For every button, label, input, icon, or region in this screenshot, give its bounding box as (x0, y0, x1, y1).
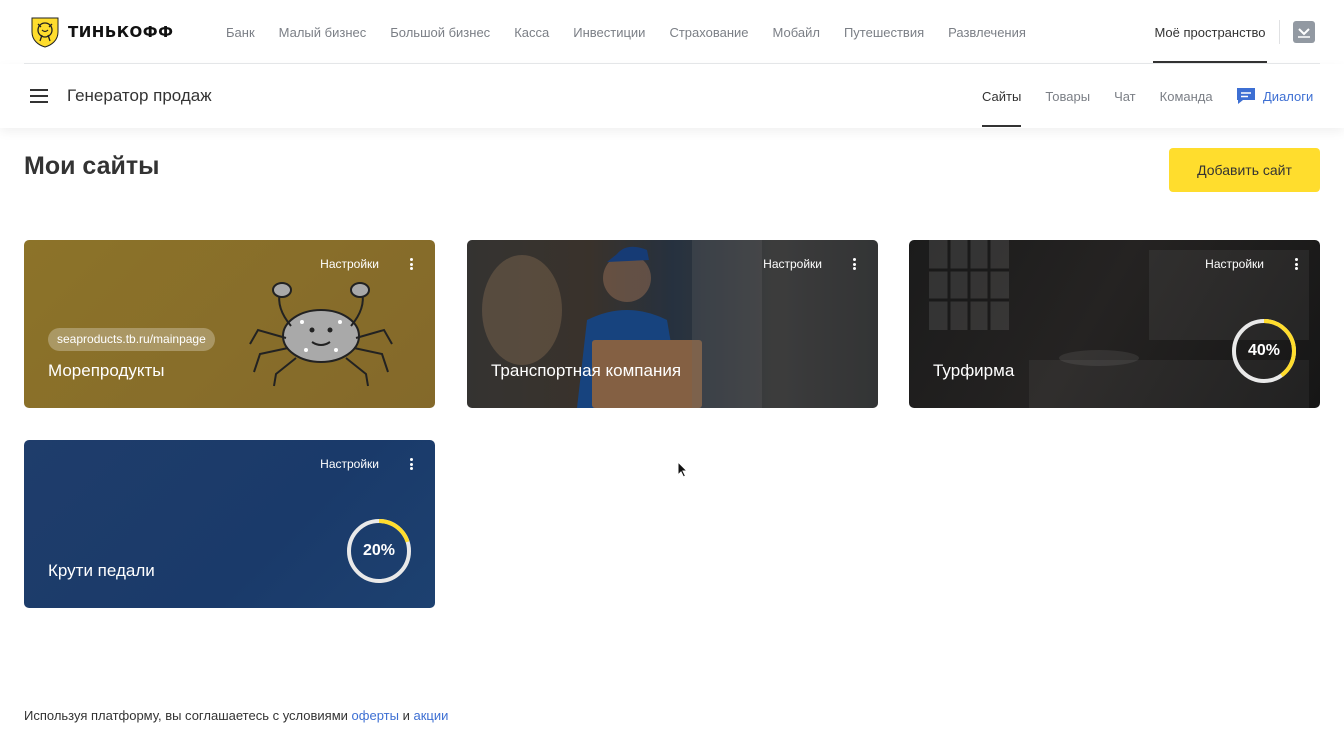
progress-ring: 40% (1231, 318, 1297, 384)
topnav-item-mobile[interactable]: Мобайл (773, 25, 820, 40)
chat-bubble-icon (1237, 88, 1255, 104)
kebab-menu-icon[interactable] (406, 256, 416, 272)
site-name: Турфирма (933, 361, 1015, 380)
app-title: Генератор продаж (67, 86, 212, 105)
brand-logo[interactable]: ТИНЬКОФФ (28, 15, 174, 49)
crab-illustration (249, 282, 393, 387)
kebab-menu-icon[interactable] (849, 256, 859, 272)
card-settings-link[interactable]: Настройки (763, 257, 822, 271)
promo-link[interactable]: акции (413, 708, 448, 723)
topnav-item-entertainment[interactable]: Развлечения (948, 25, 1026, 40)
kebab-menu-icon[interactable] (406, 456, 416, 472)
app-tabs: Сайты Товары Чат Команда (982, 64, 1237, 128)
app-header: Генератор продаж Сайты Товары Чат Команд… (0, 64, 1344, 128)
kebab-menu-icon[interactable] (1291, 256, 1301, 272)
topnav-item-myspace[interactable]: Моё пространство (1153, 0, 1267, 64)
divider (1279, 20, 1280, 44)
footer-and: и (402, 708, 410, 723)
offer-link[interactable]: оферты (352, 708, 399, 723)
site-name: Морепродукты (48, 361, 165, 380)
burger-menu-icon[interactable] (30, 89, 50, 103)
tray-icon[interactable] (1293, 21, 1315, 43)
progress-ring: 20% (346, 518, 412, 584)
card-settings-link[interactable]: Настройки (320, 457, 379, 471)
tab-sites[interactable]: Сайты (982, 89, 1021, 104)
site-card-seafood[interactable]: Настройки seaproducts.tb.ru/mainpage Мор… (24, 240, 435, 408)
add-site-button[interactable]: Добавить сайт (1169, 148, 1320, 192)
dialogs-label: Диалоги (1263, 88, 1314, 104)
brand-name: ТИНЬКОФФ (68, 23, 174, 41)
footer-terms: Используя платформу, вы соглашаетесь с у… (24, 708, 448, 723)
site-name: Транспортная компания (491, 361, 682, 380)
topnav-item-small-business[interactable]: Малый бизнес (279, 25, 367, 40)
tinkoff-logo-icon (31, 17, 59, 48)
site-url-badge[interactable]: seaproducts.tb.ru/mainpage (48, 328, 215, 351)
topnav-item-insurance[interactable]: Страхование (669, 25, 748, 40)
site-card-bike[interactable]: Настройки 20% Крути педали (24, 440, 435, 608)
tab-products[interactable]: Товары (1045, 89, 1090, 104)
active-tab-indicator (982, 125, 1021, 127)
card-settings-link[interactable]: Настройки (1205, 257, 1264, 271)
tab-team[interactable]: Команда (1160, 89, 1213, 104)
footer-text: Используя платформу, вы соглашаетесь с у… (24, 708, 348, 723)
site-name: Крути педали (48, 561, 155, 580)
site-card-transport[interactable]: Настройки Транспортная компания (467, 240, 878, 408)
card-settings-link[interactable]: Настройки (320, 257, 379, 271)
site-card-tour-agency[interactable]: Настройки 40% Турфирма (909, 240, 1320, 408)
topnav-item-bank[interactable]: Банк (226, 25, 255, 40)
topnav-item-kassa[interactable]: Касса (514, 25, 549, 40)
topnav-item-investments[interactable]: Инвестиции (573, 25, 645, 40)
topnav-item-big-business[interactable]: Большой бизнес (390, 25, 490, 40)
page-title: Мои сайты (24, 152, 160, 180)
progress-label: 40% (1247, 342, 1281, 359)
top-navigation: Банк Малый бизнес Большой бизнес Касса И… (226, 0, 1050, 64)
chevron-down-icon (1298, 28, 1310, 38)
top-header: ТИНЬКОФФ Банк Малый бизнес Большой бизне… (0, 0, 1344, 64)
topnav-item-travel[interactable]: Путешествия (844, 25, 924, 40)
progress-label: 20% (362, 542, 396, 559)
mouse-cursor-icon (677, 461, 689, 478)
tab-chat[interactable]: Чат (1114, 89, 1136, 104)
dialogs-button[interactable]: Диалоги (1235, 64, 1313, 128)
